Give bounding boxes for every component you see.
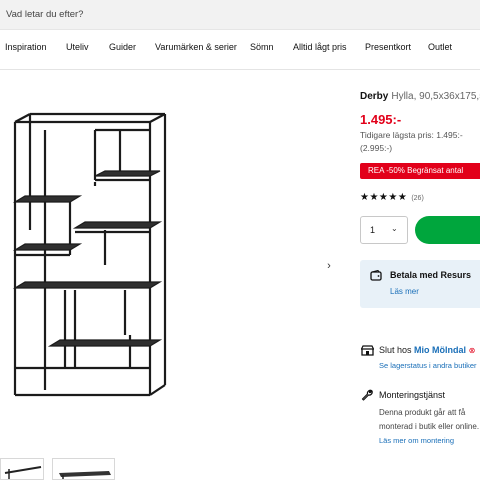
nav-item-inspiration[interactable]: Inspiration [5,42,47,52]
store-availability: Slut hos Mio Mölndal ⊗ [379,345,475,355]
nav-item-uteliv[interactable]: Uteliv [66,42,89,52]
quantity-select[interactable]: 1 ⌄ [360,216,408,244]
search-input[interactable]: Vad letar du efter? [6,9,83,20]
rating-stars-icon: ★★★★★ [360,192,408,203]
store-icon [361,345,374,356]
thumbnail-2[interactable] [52,458,115,480]
stock-status-link[interactable]: Se lagerstatus i andra butiker [379,361,477,370]
resurs-title: Betala med Resurs [390,270,472,280]
add-to-cart-button[interactable] [415,216,480,244]
product-brand: Derby [360,91,389,102]
chevron-down-icon: ⌄ [391,224,398,233]
rating-count: (26) [411,195,424,202]
main-navigation: Inspiration Uteliv Guider Varumärken & s… [0,30,480,70]
store-name-link[interactable]: Mio Mölndal [414,345,466,355]
nav-item-varumarken[interactable]: Varumärken & serier [155,42,237,52]
product-image [12,112,167,397]
assembly-read-more-link[interactable]: Läs mer om montering [379,436,454,445]
wallet-icon [370,270,382,281]
wrench-icon [361,389,373,401]
thumbnail-image [4,466,42,479]
thumbnail-image [59,471,111,479]
nav-item-outlet[interactable]: Outlet [428,42,452,52]
nav-item-guider[interactable]: Guider [109,42,136,52]
rating[interactable]: ★★★★★ (26) [360,192,424,203]
product-info: Derby Hylla, 90,5x36x175,5 1.495:- Tidiga… [360,70,480,480]
thumbnail-1[interactable] [0,458,44,480]
previous-price: Tidigare lägsta pris: 1.495:- (2.995:-) [360,130,463,153]
product-title: Derby Hylla, 90,5x36x175,5 [360,91,480,102]
search-bar[interactable]: Vad letar du efter? [0,0,480,30]
quantity-value: 1 [370,225,376,235]
assembly-description: Denna produkt går att få monterad i buti… [379,408,480,431]
nav-item-alltid-lagt-pris[interactable]: Alltid lågt pris [293,42,347,52]
resurs-read-more-link[interactable]: Läs mer [390,287,419,296]
nav-item-presentkort[interactable]: Presentkort [365,42,411,52]
nav-item-somn[interactable]: Sömn [250,42,274,52]
assembly-title: Monteringstjänst [379,390,446,400]
product-price: 1.495:- [360,112,402,127]
chevron-right-icon[interactable]: › [322,260,336,274]
sale-badge: REA -50% Begränsat antal [360,163,480,179]
out-of-stock-icon: ⊗ [468,346,476,355]
store-prefix: Slut hos [379,345,412,355]
product-description: Hylla, 90,5x36x175,5 [391,91,480,102]
resurs-payment-box: Betala med Resurs Läs mer [360,260,480,308]
